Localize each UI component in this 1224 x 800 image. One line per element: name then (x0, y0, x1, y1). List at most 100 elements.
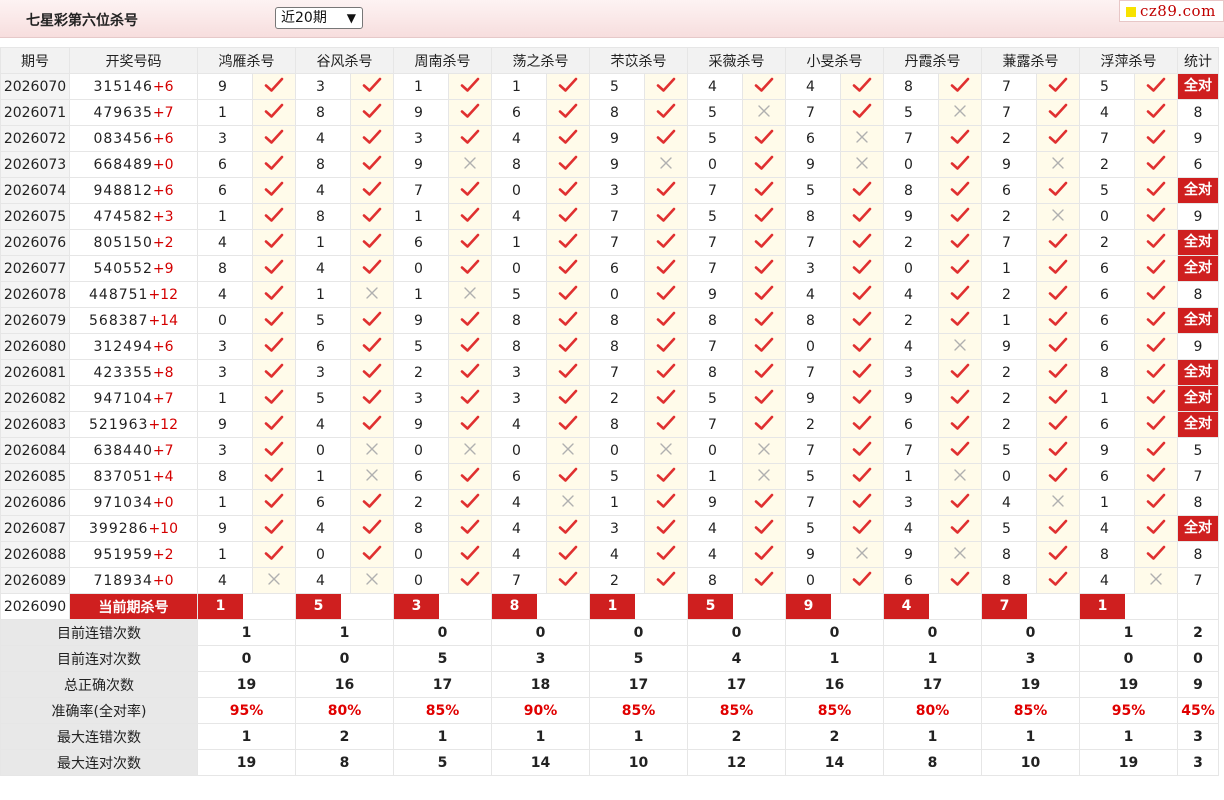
table-row: 2026081 423355+8 3 3 2 3 7 8 7 3 2 8 全对 (0, 359, 1219, 386)
check-icon-cell (644, 125, 688, 152)
kill-number: 4 (491, 515, 547, 542)
col-header-expert: 小旻杀号 (785, 47, 884, 74)
kill-number: 0 (295, 541, 351, 568)
cross-icon-cell (1134, 567, 1178, 594)
cross-icon-cell (742, 99, 786, 126)
check-icon-cell (840, 177, 884, 204)
kill-number: 7 (687, 229, 743, 256)
col-header-expert: 荡之杀号 (491, 47, 590, 74)
stat-cell: 9 (1177, 125, 1219, 152)
kill-number: 8 (295, 99, 351, 126)
kill-number: 1 (687, 463, 743, 490)
check-icon-cell (1036, 463, 1080, 490)
kill-number: 4 (295, 411, 351, 438)
check-icon (852, 311, 872, 331)
summary-row: 最大连错次数 1 2 1 1 1 2 2 1 1 1 3 (0, 723, 1219, 750)
check-icon-cell (546, 463, 590, 490)
stat-cell: 5 (1177, 437, 1219, 464)
draw-extra: +2 (152, 546, 174, 563)
issue-number: 2026079 (0, 307, 70, 334)
draw-extra: +7 (152, 390, 174, 407)
check-icon-cell (742, 281, 786, 308)
check-icon (754, 155, 774, 175)
kill-number: 6 (1079, 281, 1135, 308)
kill-number: 2 (981, 385, 1037, 412)
draw-extra: +6 (152, 338, 174, 355)
cross-icon (1050, 493, 1066, 513)
kill-number: 0 (295, 437, 351, 464)
check-icon-cell (644, 229, 688, 256)
summary-value: 5 (393, 749, 492, 776)
check-icon-cell (252, 281, 296, 308)
kill-number: 9 (981, 151, 1037, 178)
summary-value: 0 (1079, 645, 1178, 672)
kill-number: 6 (197, 177, 253, 204)
draw-digits: 837051 (93, 468, 153, 485)
kill-number: 8 (295, 151, 351, 178)
check-icon-cell (252, 463, 296, 490)
kill-number: 4 (491, 203, 547, 230)
summary-value: 19 (197, 749, 296, 776)
check-icon (950, 207, 970, 227)
check-icon (852, 415, 872, 435)
col-header-expert: 谷风杀号 (295, 47, 394, 74)
kill-number: 9 (883, 385, 939, 412)
check-icon-cell (1134, 515, 1178, 542)
col-header-draw: 开奖号码 (69, 47, 198, 74)
kill-number: 1 (295, 229, 351, 256)
check-icon-cell (644, 73, 688, 100)
check-icon (852, 571, 872, 591)
check-icon-cell (448, 125, 492, 152)
kill-number: 7 (687, 255, 743, 282)
period-select[interactable]: 近20期 ▼ (275, 7, 363, 29)
draw-digits: 083456 (93, 130, 153, 147)
check-icon (558, 285, 578, 305)
check-icon-cell (840, 333, 884, 360)
all-correct-badge: 全对 (1178, 360, 1218, 385)
summary-value: 0 (981, 619, 1080, 646)
check-icon (1048, 441, 1068, 461)
kill-number: 5 (687, 203, 743, 230)
kill-number: 9 (197, 515, 253, 542)
check-icon-cell (252, 255, 296, 282)
check-icon (264, 467, 284, 487)
summary-label: 最大连错次数 (0, 723, 198, 750)
cross-icon (462, 155, 478, 175)
cross-icon-cell (742, 437, 786, 464)
check-icon-cell (742, 151, 786, 178)
check-icon (656, 233, 676, 253)
col-header-expert: 丹霞杀号 (883, 47, 982, 74)
cross-icon (952, 337, 968, 357)
check-icon (1146, 389, 1166, 409)
site-logo[interactable]: cz89.com (1119, 0, 1224, 22)
kill-number: 5 (981, 515, 1037, 542)
check-icon-cell (252, 359, 296, 386)
cross-icon (364, 441, 380, 461)
check-icon-cell (742, 203, 786, 230)
kill-number: 1 (197, 203, 253, 230)
kill-number: 9 (785, 151, 841, 178)
check-icon (264, 493, 284, 513)
check-icon-cell (840, 359, 884, 386)
check-icon-cell (1134, 463, 1178, 490)
kill-number: 6 (491, 463, 547, 490)
all-correct-badge: 全对 (1178, 230, 1218, 255)
check-icon (558, 77, 578, 97)
draw-numbers: 971034+0 (69, 489, 198, 516)
check-icon (656, 77, 676, 97)
check-icon-cell (1134, 281, 1178, 308)
check-icon-cell (350, 489, 394, 516)
kill-number: 8 (687, 567, 743, 594)
draw-extra: +0 (152, 572, 174, 589)
stat-value: 7 (1193, 468, 1203, 485)
table-row: 2026078 448751+12 4 1 1 5 0 9 4 4 2 6 8 (0, 281, 1219, 308)
summary-value: 0 (589, 619, 688, 646)
check-icon-cell (840, 411, 884, 438)
check-icon (852, 207, 872, 227)
check-icon (950, 233, 970, 253)
check-icon-cell (1134, 359, 1178, 386)
draw-digits: 521963 (89, 416, 149, 433)
check-icon-cell (938, 125, 982, 152)
check-icon (558, 519, 578, 539)
stat-value: 6 (1193, 156, 1203, 173)
